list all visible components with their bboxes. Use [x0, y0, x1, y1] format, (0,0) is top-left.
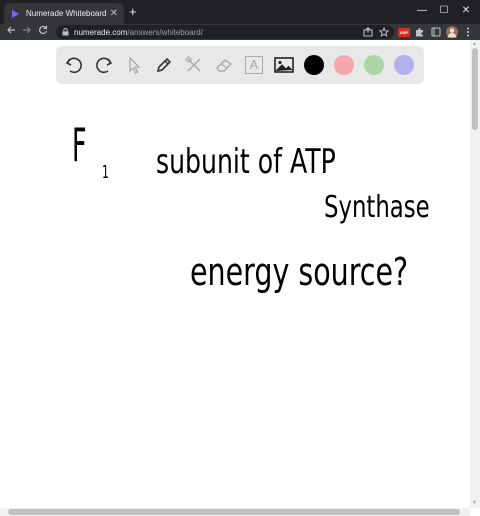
- drawing-canvas[interactable]: F 1 subunit of ATP Synthase energy sourc…: [0, 90, 470, 508]
- share-icon[interactable]: [362, 26, 374, 38]
- back-button[interactable]: [4, 25, 18, 39]
- color-purple-swatch[interactable]: [394, 55, 414, 75]
- lock-icon: [62, 28, 69, 36]
- image-icon[interactable]: [272, 53, 296, 77]
- back-arrow-icon: [7, 26, 15, 34]
- text-icon[interactable]: A: [242, 53, 266, 77]
- adblock-extension-icon[interactable]: ABP: [398, 28, 410, 37]
- forward-arrow-icon: [23, 26, 31, 34]
- handwriting-f: F: [72, 118, 87, 172]
- scroll-down-arrow-icon[interactable]: ▼: [472, 500, 477, 506]
- bookmark-star-icon[interactable]: [378, 26, 390, 38]
- whiteboard-page: A F 1 subunit of ATP Synthase energy sou…: [0, 40, 470, 508]
- numerade-favicon-icon: [10, 9, 20, 19]
- tools-icon[interactable]: [182, 53, 206, 77]
- reload-icon: [39, 25, 48, 35]
- pen-icon[interactable]: [152, 53, 176, 77]
- handwriting-line3: energy source?: [190, 250, 409, 294]
- extensions-puzzle-icon[interactable]: [414, 26, 426, 38]
- handwriting-line1: subunit of ATP: [156, 142, 336, 182]
- horizontal-scrollbar[interactable]: [0, 508, 470, 516]
- reading-list-icon[interactable]: [430, 26, 442, 38]
- eraser-icon[interactable]: [212, 53, 236, 77]
- browser-menu-icon[interactable]: [462, 26, 474, 38]
- maximize-button[interactable]: ☐: [434, 2, 454, 20]
- profile-avatar-icon[interactable]: [446, 26, 458, 38]
- whiteboard-toolbar: A: [56, 46, 424, 84]
- new-tab-button[interactable]: +: [129, 4, 137, 20]
- redo-icon[interactable]: [92, 53, 116, 77]
- close-window-button[interactable]: ✕: [456, 2, 476, 20]
- browser-window: Numerade Whiteboard ✕ + — ☐ ✕ numerade.c…: [0, 0, 480, 516]
- vertical-scrollbar[interactable]: ▲ ▼: [470, 40, 480, 508]
- reload-button[interactable]: [36, 25, 50, 39]
- handwriting-line2: Synthase: [324, 190, 430, 225]
- handwriting-subscript: 1: [102, 162, 109, 183]
- color-green-swatch[interactable]: [364, 55, 384, 75]
- tab-bar: Numerade Whiteboard ✕ + — ☐ ✕: [0, 0, 480, 24]
- color-pink-swatch[interactable]: [334, 55, 354, 75]
- forward-button[interactable]: [20, 25, 34, 39]
- undo-icon[interactable]: [62, 53, 86, 77]
- tab-title: Numerade Whiteboard: [26, 9, 107, 18]
- tab-numerade-whiteboard[interactable]: Numerade Whiteboard ✕: [4, 3, 124, 24]
- minimize-button[interactable]: —: [412, 2, 432, 20]
- address-bar[interactable]: numerade.com/answers/whiteboard/: [56, 25, 394, 39]
- vertical-scroll-thumb[interactable]: [472, 48, 478, 130]
- horizontal-scroll-thumb[interactable]: [8, 509, 460, 515]
- url-path: /answers/whiteboard/: [127, 27, 203, 37]
- text-tool-glyph: A: [245, 56, 263, 74]
- tab-close-icon[interactable]: ✕: [110, 8, 118, 19]
- scroll-up-arrow-icon[interactable]: ▲: [472, 41, 477, 47]
- pointer-icon[interactable]: [122, 53, 146, 77]
- url-host: numerade.com: [74, 27, 128, 37]
- browser-toolbar: numerade.com/answers/whiteboard/ ABP: [0, 24, 480, 40]
- color-black-swatch[interactable]: [304, 55, 324, 75]
